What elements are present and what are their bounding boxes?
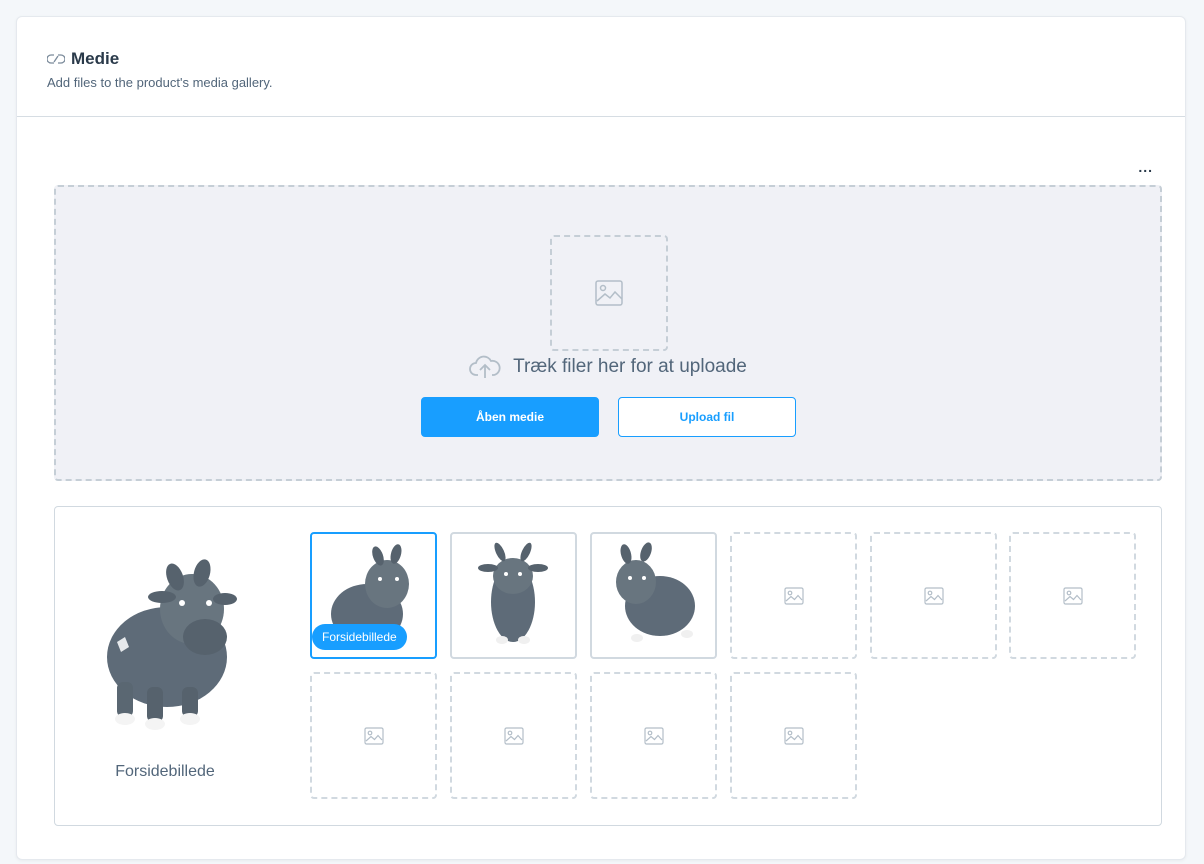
upload-file-button[interactable]: Upload fil (618, 397, 796, 437)
image-placeholder-icon (503, 726, 524, 745)
image-placeholder-icon (923, 586, 944, 605)
upload-dropzone[interactable]: Træk filer her for at uploade Åben medie… (54, 185, 1162, 481)
page-subtitle: Add files to the product's media gallery… (47, 75, 273, 90)
cloud-upload-icon (469, 355, 501, 378)
dropzone-text: Træk filer her for at uploade (513, 356, 747, 377)
empty-slot[interactable] (1009, 532, 1136, 659)
empty-slot[interactable] (450, 672, 577, 799)
cow-image (478, 542, 548, 644)
media-card: Medie Add files to the product's media g… (16, 16, 1186, 860)
link-icon (47, 54, 65, 64)
cover-label: Forsidebillede (115, 763, 215, 780)
image-placeholder-icon (1062, 586, 1083, 605)
empty-slot[interactable] (870, 532, 997, 659)
thumbnail-3[interactable] (590, 532, 717, 659)
empty-slot[interactable] (590, 672, 717, 799)
dropzone-text-row: Træk filer her for at uploade (56, 355, 1160, 379)
image-placeholder-icon (643, 726, 664, 745)
cover-image-preview (107, 559, 237, 730)
open-media-button[interactable]: Åben medie (421, 397, 599, 437)
thumbnail-2[interactable] (450, 532, 577, 659)
image-placeholder-icon (783, 586, 804, 605)
image-placeholder-icon (363, 726, 384, 745)
empty-slot[interactable] (730, 532, 857, 659)
empty-slot[interactable] (310, 672, 437, 799)
page-title: Medie (71, 49, 120, 68)
more-options-button[interactable]: ... (1138, 159, 1153, 175)
media-gallery: Forsidebillede Forsidebillede (54, 506, 1162, 826)
image-placeholder-icon (783, 726, 804, 745)
image-placeholder-icon (595, 280, 623, 306)
empty-slot[interactable] (730, 672, 857, 799)
dropzone-image-placeholder (550, 235, 668, 351)
title-row: Medie (47, 49, 119, 69)
card-header: Medie Add files to the product's media g… (17, 17, 1185, 117)
cover-badge: Forsidebillede (312, 624, 407, 650)
thumbnail-cover[interactable]: Forsidebillede (310, 532, 437, 659)
cow-image (616, 542, 695, 642)
